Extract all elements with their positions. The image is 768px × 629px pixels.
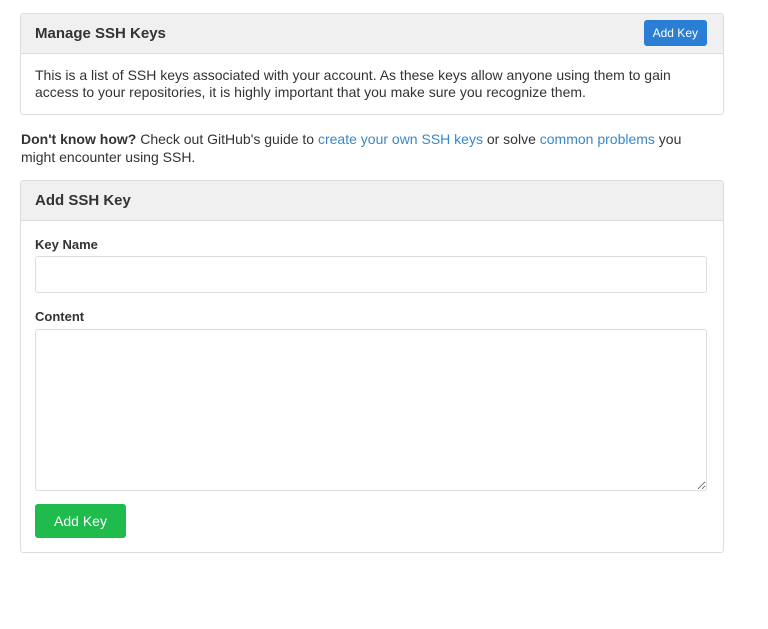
- panel-header: Add SSH Key: [21, 181, 723, 221]
- add-key-header-button[interactable]: Add Key: [643, 20, 707, 46]
- add-key-submit-button[interactable]: Add Key: [35, 504, 126, 538]
- content-textarea[interactable]: [35, 329, 707, 491]
- panel-header: Manage SSH Keys Add Key: [21, 14, 723, 54]
- content-label: Content: [35, 309, 85, 324]
- add-ssh-key-panel: Add SSH Key Key Name Content Add Key: [20, 180, 724, 553]
- common-problems-link[interactable]: common problems: [540, 131, 655, 147]
- panel-title: Add SSH Key: [35, 192, 131, 209]
- key-name-input[interactable]: [35, 256, 707, 293]
- guide-text-2: or solve: [482, 131, 540, 147]
- panel-title: Manage SSH Keys: [35, 25, 166, 42]
- manage-ssh-keys-panel: Manage SSH Keys Add Key This is a list o…: [20, 13, 724, 115]
- panel-description: This is a list of SSH keys associated wi…: [35, 67, 671, 100]
- guide-text-1: Check out GitHub's guide to: [136, 131, 318, 147]
- guide-bold: Don't know how?: [21, 131, 137, 147]
- guide-text: Don't know how? Check out GitHub's guide…: [21, 130, 711, 166]
- create-ssh-keys-link[interactable]: create your own SSH keys: [318, 131, 483, 147]
- key-name-label: Key Name: [35, 237, 98, 252]
